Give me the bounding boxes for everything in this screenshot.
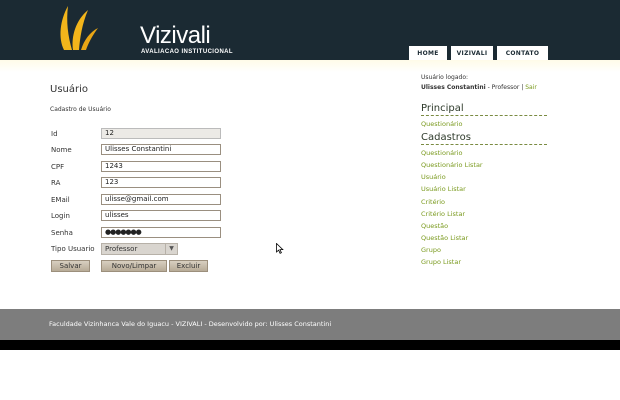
cadastros-link[interactable]: Critério Listar <box>421 210 465 218</box>
email-input[interactable]: ulisse@gmail.com <box>101 194 221 205</box>
mouse-cursor-icon <box>276 243 284 254</box>
cadastros-link[interactable]: Questionário Listar <box>421 161 483 169</box>
label-senha: Senha <box>51 229 73 237</box>
cadastros-link[interactable]: Grupo <box>421 246 441 254</box>
nav-home[interactable]: HOME <box>409 46 447 60</box>
header-band <box>0 60 620 72</box>
cadastros-link[interactable]: Questão <box>421 222 448 230</box>
logged-user-info: Ulisses Constantini - Professor | Sair <box>421 84 537 91</box>
tipo-usuario-select[interactable]: Professor ▼ <box>101 243 178 255</box>
logged-user-name: Ulisses Constantini <box>421 84 486 91</box>
salvar-button[interactable]: Salvar <box>51 260 90 272</box>
ra-input[interactable]: 123 <box>101 177 221 188</box>
logout-link[interactable]: Sair <box>525 84 537 91</box>
label-login: Login <box>51 212 70 220</box>
cadastros-heading: Cadastros <box>421 132 547 145</box>
id-field: 12 <box>101 128 221 139</box>
brand-subtitle: AVALIACAO INSTITUCIONAL <box>141 49 233 55</box>
label-ra: RA <box>51 179 61 187</box>
page-title: Usuário <box>50 84 89 95</box>
brand-name: Vizivali <box>140 22 211 49</box>
site-header: Vizivali AVALIACAO INSTITUCIONAL HOME VI… <box>0 0 620 60</box>
footer-text: Faculdade Vizinhanca Vale do Iguacu - VI… <box>49 320 332 328</box>
cadastros-link[interactable]: Questão Listar <box>421 234 468 242</box>
cadastros-link[interactable]: Usuário Listar <box>421 185 466 193</box>
cadastros-link[interactable]: Usuário <box>421 173 446 181</box>
label-email: EMail <box>51 196 70 204</box>
chevron-down-icon[interactable]: ▼ <box>165 244 177 254</box>
nome-input[interactable]: Ulisses Constantini <box>101 144 221 155</box>
label-cpf: CPF <box>51 163 65 171</box>
senha-input[interactable]: ●●●●●●● <box>101 227 221 238</box>
nav-contato[interactable]: CONTATO <box>497 46 548 60</box>
novo-limpar-button[interactable]: Novo/Limpar <box>101 260 167 272</box>
logged-user-label: Usuário logado: <box>421 74 469 81</box>
cadastros-link[interactable]: Questionário <box>421 149 463 157</box>
logged-user-role: - Professor <box>485 84 520 91</box>
cpf-input[interactable]: 1243 <box>101 161 221 172</box>
label-id: Id <box>51 130 58 138</box>
login-input[interactable]: ulisses <box>101 210 221 221</box>
flame-logo-icon <box>60 6 98 50</box>
tipo-usuario-value: Professor <box>105 245 138 253</box>
form-subtitle: Cadastro de Usuário <box>50 106 111 113</box>
label-tipo-usuario: Tipo Usuario <box>51 245 95 253</box>
principal-link-questionario[interactable]: Questionário <box>421 120 463 128</box>
principal-heading: Principal <box>421 103 547 116</box>
cadastros-link[interactable]: Grupo Listar <box>421 258 461 266</box>
excluir-button[interactable]: Excluir <box>169 260 208 272</box>
label-nome: Nome <box>51 146 72 154</box>
cadastros-link[interactable]: Critério <box>421 198 445 206</box>
nav-vizivali[interactable]: VIZIVALI <box>451 46 493 60</box>
footer-bar <box>0 340 620 350</box>
